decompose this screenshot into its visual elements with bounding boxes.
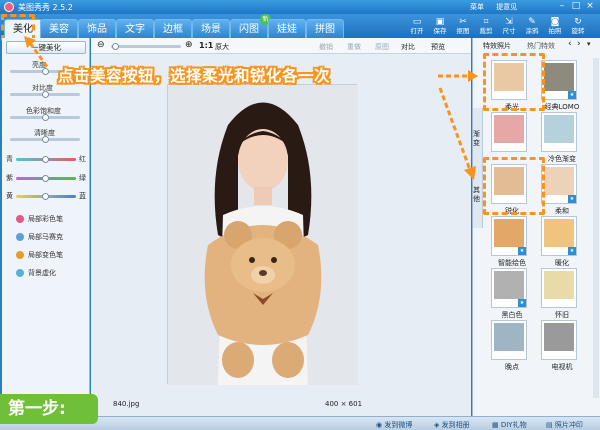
arrow-to-tab: [28, 42, 50, 69]
diy-gift-button[interactable]: ▦ DIY礼物: [492, 420, 527, 430]
arrow-head-sharpen: [464, 166, 476, 180]
share-weibo-button[interactable]: ◉ 发到微博: [376, 420, 412, 430]
print-icon: ▤: [546, 421, 555, 429]
photo-print-button[interactable]: ▤ 照片冲印: [546, 420, 583, 430]
step-label: 第一步:: [0, 394, 98, 424]
arrow-head-tab: [24, 36, 36, 48]
status-label: 发到相册: [441, 421, 470, 429]
status-label: DIY礼物: [500, 421, 527, 429]
arrow-head-soft-light: [468, 70, 478, 82]
instruction-callout: 点击美容按钮，选择柔光和锐化各一次: [58, 67, 331, 85]
gift-icon: ▦: [492, 421, 501, 429]
status-label: 发到微博: [384, 421, 413, 429]
arrow-to-sharpen: [438, 87, 472, 171]
album-icon: ◈: [434, 421, 442, 429]
share-album-button[interactable]: ◈ 发到相册: [434, 420, 470, 430]
status-label: 照片冲印: [554, 421, 583, 429]
